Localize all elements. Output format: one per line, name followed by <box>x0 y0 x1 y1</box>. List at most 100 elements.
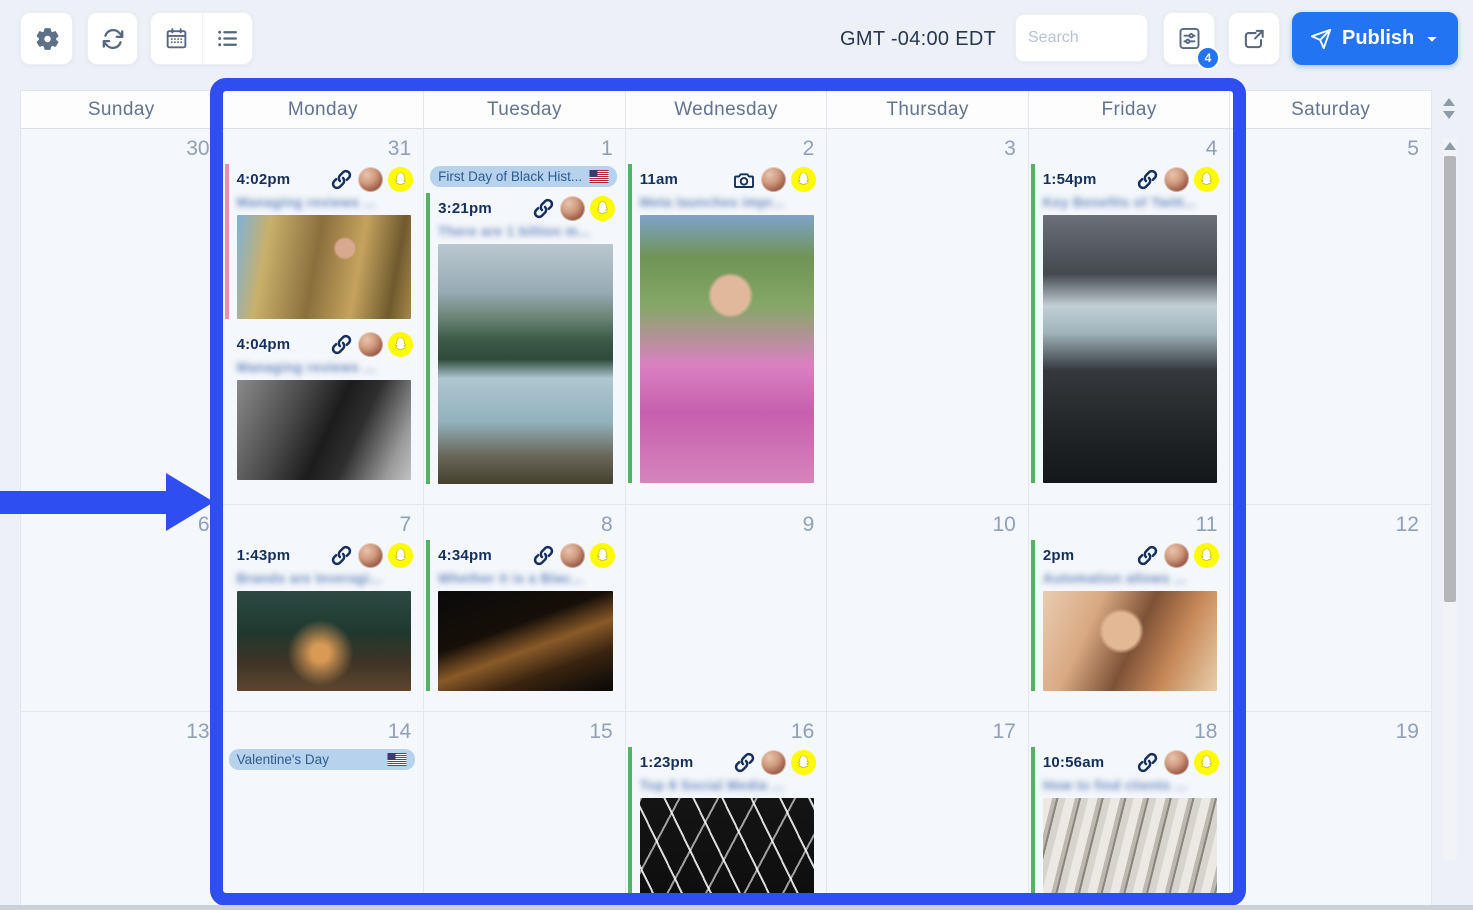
day-cell-16[interactable]: 16 1:23pm Top 8 Social Media ... <box>626 712 828 910</box>
scheduled-post[interactable]: 11am Meta launches impr... <box>628 164 821 483</box>
day-header-wednesday: Wednesday <box>626 91 828 129</box>
day-number: 5 <box>1230 129 1431 162</box>
filter-count-badge: 4 <box>1196 46 1220 70</box>
vertical-scrollbar-thumb[interactable] <box>1444 156 1456 602</box>
caret-down-icon <box>1424 31 1440 47</box>
post-image-white-waves <box>1043 798 1218 910</box>
day-number: 19 <box>1230 712 1431 745</box>
horizontal-scrollbar[interactable] <box>0 905 1473 910</box>
refresh-icon <box>100 26 126 52</box>
post-title-blurred: How to find clients ... <box>1035 775 1224 794</box>
camera-icon <box>732 168 756 192</box>
day-cell-17[interactable]: 17 <box>827 712 1029 910</box>
day-number: 14 <box>223 712 424 745</box>
link-icon <box>733 751 756 774</box>
day-cell-13[interactable]: 13 <box>21 712 223 910</box>
day-cell-2[interactable]: 2 11am Meta launches impr... <box>626 129 828 505</box>
post-time: 4:02pm <box>237 171 291 188</box>
post-image-mountain-lake <box>438 244 613 484</box>
day-header-thursday: Thursday <box>827 91 1029 129</box>
day-cell-3[interactable]: 3 <box>827 129 1029 505</box>
link-icon <box>532 544 555 567</box>
day-cell-6[interactable]: 6 <box>21 505 223 712</box>
link-icon <box>532 197 555 220</box>
pointer-arrow <box>0 491 172 514</box>
publish-button[interactable]: Publish <box>1292 12 1458 65</box>
post-title-blurred: There are 1 billion m... <box>430 221 619 240</box>
avatar <box>358 332 383 357</box>
post-time: 4:04pm <box>237 336 291 353</box>
link-icon <box>330 168 353 191</box>
snapchat-icon <box>388 167 413 192</box>
day-cell-19[interactable]: 19 <box>1230 712 1432 910</box>
calendar-view-button[interactable] <box>151 13 202 64</box>
day-cell-7[interactable]: 7 1:43pm Brands are leveragi... <box>223 505 425 712</box>
search-input[interactable] <box>1028 29 1136 47</box>
scheduled-post[interactable]: 4:34pm Whether it is a Blac... <box>426 540 619 691</box>
scheduled-post[interactable]: 1:54pm Key Benefits of Twitt... <box>1031 164 1224 483</box>
day-cell-15[interactable]: 15 <box>424 712 626 910</box>
avatar <box>1164 167 1189 192</box>
share-button[interactable] <box>1228 12 1280 65</box>
scheduled-post[interactable]: 1:43pm Brands are leveragi... <box>225 540 418 691</box>
scheduled-post[interactable]: 2pm Automation allows ... <box>1031 540 1224 691</box>
settings-button[interactable] <box>20 12 73 65</box>
scrollbar-up-arrow[interactable] <box>1444 142 1456 150</box>
post-image-dark-dunes <box>438 591 613 691</box>
day-cell-14[interactable]: 14 Valentine's Day <box>223 712 425 910</box>
snapchat-icon <box>1194 167 1219 192</box>
top-toolbar: GMT -04:00 EDT 4 Publish <box>0 0 1473 78</box>
avatar <box>761 167 786 192</box>
day-cell-12[interactable]: 12 <box>1230 505 1432 712</box>
scheduled-post[interactable]: 3:21pm There are 1 billion m... <box>426 193 619 484</box>
timezone-label: GMT -04:00 EDT <box>840 0 996 78</box>
day-cell-8[interactable]: 8 4:34pm Whether it is a Blac... <box>424 505 626 712</box>
search-box <box>1015 14 1148 62</box>
scheduled-post[interactable]: 10:56am How to find clients ... <box>1031 747 1224 910</box>
day-cell-5[interactable]: 5 <box>1230 129 1432 505</box>
day-cell-31[interactable]: 31 4:02pm Managing reviews ... 4:04pm <box>223 129 425 505</box>
day-cell-1[interactable]: 1 First Day of Black Hist... 3:21pm Ther… <box>424 129 626 505</box>
link-icon <box>1136 168 1159 191</box>
us-flag-icon <box>387 753 407 766</box>
scroll-step-arrows[interactable] <box>1442 98 1456 119</box>
day-cell-11[interactable]: 11 2pm Automation allows ... <box>1029 505 1231 712</box>
snapchat-icon <box>388 332 413 357</box>
post-image-woman-dark-structure <box>640 798 815 910</box>
day-number: 15 <box>424 712 625 745</box>
filter-icon <box>1176 25 1203 52</box>
post-time: 10:56am <box>1043 754 1104 771</box>
refresh-button[interactable] <box>87 12 138 65</box>
scheduled-post[interactable]: 4:02pm Managing reviews ... <box>225 164 418 319</box>
day-header-sunday: Sunday <box>21 91 223 129</box>
pointer-arrow-head <box>166 473 214 531</box>
post-title-blurred: Whether it is a Blac... <box>430 568 619 587</box>
day-number: 18 <box>1029 712 1230 745</box>
avatar <box>358 543 383 568</box>
day-cell-18[interactable]: 18 10:56am How to find clients ... <box>1029 712 1231 910</box>
post-title-blurred: Brands are leveragi... <box>229 568 418 587</box>
day-cell-9[interactable]: 9 <box>626 505 828 712</box>
post-title-blurred: Managing reviews ... <box>229 357 418 376</box>
list-view-button[interactable] <box>202 13 253 64</box>
vertical-scrollbar[interactable] <box>1443 138 1457 860</box>
post-time: 1:23pm <box>640 754 694 771</box>
link-icon <box>1136 544 1159 567</box>
scheduled-post[interactable]: 1:23pm Top 8 Social Media ... <box>628 747 821 910</box>
day-number: 2 <box>626 129 827 162</box>
holiday-event[interactable]: Valentine's Day <box>229 749 416 770</box>
scroll-down-icon[interactable] <box>1443 111 1455 119</box>
view-toggle-group <box>150 12 253 65</box>
scheduled-post[interactable]: 4:04pm Managing reviews ... <box>225 329 418 480</box>
avatar <box>560 543 585 568</box>
snapchat-icon <box>590 196 615 221</box>
day-cell-30[interactable]: 30 <box>21 129 223 505</box>
holiday-event[interactable]: First Day of Black Hist... <box>430 166 617 187</box>
avatar <box>1164 750 1189 775</box>
scroll-up-icon[interactable] <box>1443 98 1455 106</box>
filter-button[interactable]: 4 <box>1163 12 1215 65</box>
day-cell-4[interactable]: 4 1:54pm Key Benefits of Twitt... <box>1029 129 1231 505</box>
post-image-vehicle-interior <box>1043 215 1218 483</box>
post-title-blurred: Managing reviews ... <box>229 192 418 211</box>
day-cell-10[interactable]: 10 <box>827 505 1029 712</box>
